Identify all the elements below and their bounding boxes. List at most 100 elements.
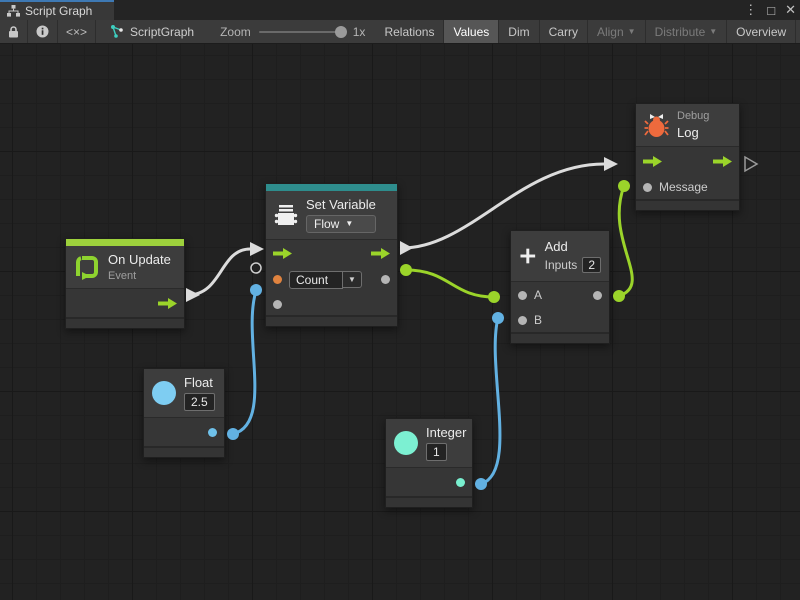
input-port-b[interactable] (518, 316, 527, 325)
flow-output-arrow[interactable] (400, 241, 413, 255)
chevron-down-icon: ▼ (709, 28, 717, 36)
zoom-slider[interactable] (259, 31, 345, 33)
maximize-icon[interactable]: □ (767, 3, 775, 18)
distribute-button[interactable]: Distribute ▼ (646, 20, 728, 43)
node-title: Integer (426, 425, 466, 440)
dim-button[interactable]: Dim (499, 20, 539, 43)
align-button[interactable]: Align ▼ (588, 20, 646, 43)
values-button[interactable]: Values (444, 20, 499, 43)
flow-output-arrow[interactable] (186, 288, 200, 302)
node-footer (66, 317, 184, 328)
node-title: On Update (108, 252, 171, 267)
graph-breadcrumb[interactable]: ScriptGraph (96, 20, 204, 43)
node-title: Log (677, 125, 709, 140)
node-subtitle: Event (108, 270, 171, 282)
integer-value-field[interactable]: 1 (426, 443, 447, 461)
relations-button[interactable]: Relations (375, 20, 444, 43)
flow-output-port[interactable] (371, 248, 390, 259)
overview-label: Overview (736, 25, 786, 39)
lock-button[interactable] (0, 20, 28, 43)
flow-input-port[interactable] (643, 156, 662, 167)
flow-input-port[interactable] (273, 248, 292, 259)
sum-output-port[interactable] (593, 291, 602, 300)
flow-output-port[interactable] (158, 298, 177, 309)
zoom-control: Zoom 1x (204, 20, 375, 43)
node-on-update[interactable]: On Update Event (65, 238, 185, 329)
align-label: Align (597, 25, 624, 39)
zoom-slider-knob[interactable] (335, 26, 347, 38)
node-accent-bar (266, 184, 397, 191)
flow-cable-onupdate-setvariable[interactable] (188, 249, 250, 295)
cable-endpoint[interactable] (400, 264, 412, 276)
inputs-count-field[interactable]: 2 (582, 257, 601, 273)
integer-output-port[interactable] (456, 478, 465, 487)
port-label: Message (659, 180, 708, 194)
node-float-literal[interactable]: Float 2.5 (143, 368, 225, 458)
code-view-button[interactable]: <×> (58, 20, 96, 43)
close-icon[interactable]: ✕ (785, 2, 796, 18)
zoom-value: 1x (353, 25, 366, 39)
carry-button[interactable]: Carry (540, 20, 588, 43)
node-footer (636, 199, 739, 210)
cable-endpoint[interactable] (618, 180, 630, 192)
code-icon: <×> (66, 25, 87, 39)
graph-icon (110, 25, 124, 38)
value-input-port[interactable] (273, 300, 282, 309)
cable-endpoint[interactable] (492, 312, 504, 324)
variable-name-value: Count (289, 271, 343, 289)
cable-endpoint[interactable] (475, 478, 487, 490)
chevron-down-icon: ▼ (343, 271, 362, 288)
lock-icon (8, 26, 19, 38)
value-cable-float-setvariable[interactable] (233, 291, 256, 434)
graph-toolbar: <×> ScriptGraph Zoom 1x Relations Values (0, 20, 800, 44)
node-title: Add (545, 239, 601, 254)
graph-label: ScriptGraph (130, 25, 194, 39)
tab-script-graph[interactable]: Script Graph (0, 0, 114, 20)
message-input-port[interactable] (643, 183, 652, 192)
graph-canvas[interactable]: On Update Event (0, 44, 800, 600)
flow-input-arrow[interactable] (250, 242, 264, 256)
node-add[interactable]: Add Inputs 2 A B (510, 230, 610, 344)
node-title: Set Variable (306, 197, 376, 212)
chevron-down-icon: ▼ (345, 220, 353, 228)
value-cable-integer-add[interactable] (481, 318, 500, 484)
value-port-empty-ring[interactable] (251, 263, 261, 273)
node-set-variable[interactable]: Set Variable Flow ▼ (265, 183, 398, 327)
node-accent-bar (66, 239, 184, 246)
flow-port-empty-triangle[interactable] (745, 157, 757, 171)
flow-output-port[interactable] (713, 156, 732, 167)
zoom-label: Zoom (220, 25, 251, 39)
node-title: Float (184, 375, 215, 390)
distribute-label: Distribute (655, 25, 706, 39)
value-cable-add-debuglog[interactable] (619, 186, 632, 296)
inputs-label: Inputs (545, 258, 578, 272)
variable-scope-dropdown[interactable]: Flow ▼ (306, 215, 376, 233)
loop-event-icon (74, 254, 100, 280)
variable-name-dropdown[interactable]: Count ▼ (289, 271, 362, 289)
cable-endpoint[interactable] (227, 428, 239, 440)
overview-button[interactable]: Overview (727, 20, 796, 43)
node-integer-literal[interactable]: Integer 1 (385, 418, 473, 508)
info-button[interactable] (28, 20, 58, 43)
node-footer (386, 496, 472, 507)
node-footer (511, 332, 609, 343)
cable-endpoint[interactable] (488, 291, 500, 303)
values-label: Values (453, 25, 489, 39)
chevron-down-icon: ▼ (628, 28, 636, 36)
cable-endpoint[interactable] (613, 290, 625, 302)
variable-icon (274, 203, 298, 227)
relations-label: Relations (384, 25, 434, 39)
cable-endpoint[interactable] (250, 284, 262, 296)
variable-name-port[interactable] (273, 275, 282, 284)
integer-type-icon (394, 431, 418, 455)
value-cable-setvariable-add[interactable] (406, 270, 494, 297)
node-debug-log[interactable]: Debug Log Message (635, 103, 740, 211)
float-value-field[interactable]: 2.5 (184, 393, 215, 411)
fullscreen-button[interactable]: Full Screen (796, 20, 800, 43)
window-menu-icon[interactable]: ⋮ (744, 2, 757, 18)
input-port-a[interactable] (518, 291, 527, 300)
value-output-port[interactable] (381, 275, 390, 284)
float-output-port[interactable] (208, 428, 217, 437)
flow-input-arrow[interactable] (604, 157, 618, 171)
title-bar: Script Graph ⋮ □ ✕ (0, 0, 800, 20)
